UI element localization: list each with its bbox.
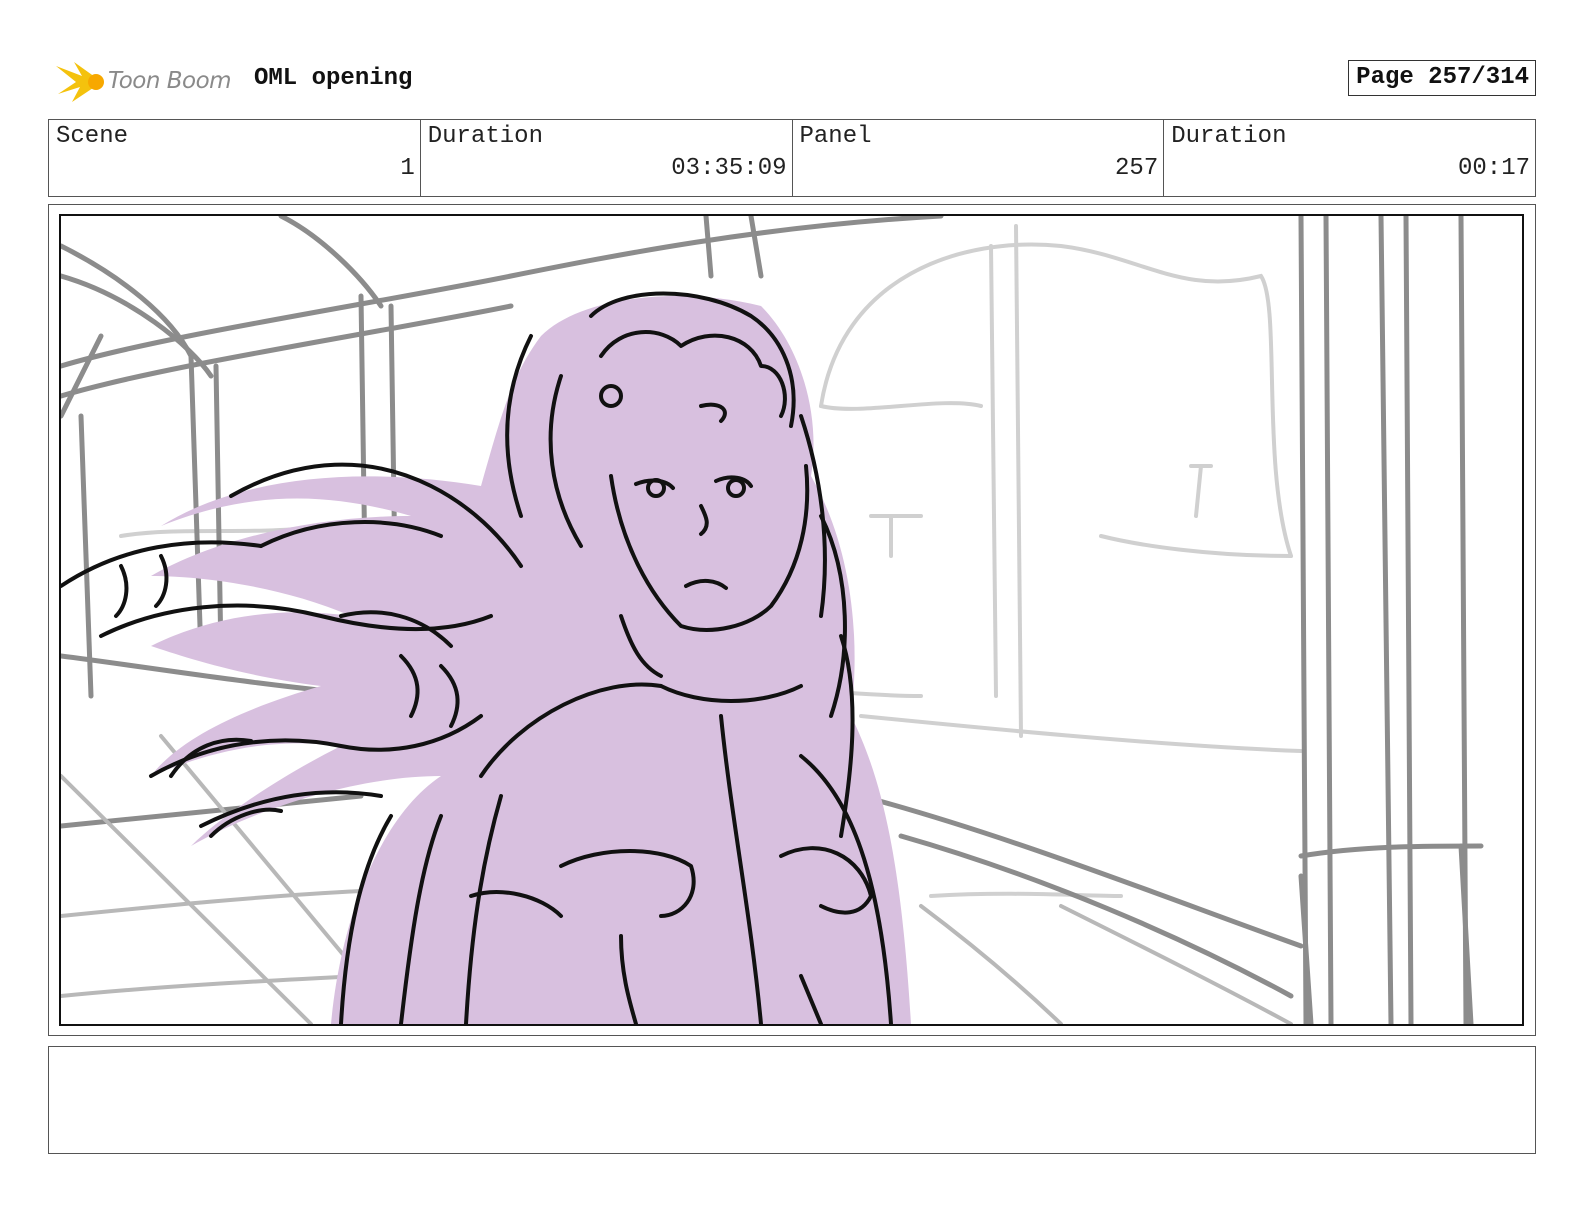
scene-duration-value: 03:35:09: [671, 155, 787, 182]
project-title: OML opening: [254, 65, 413, 92]
toon-boom-logo: Toon Boom: [52, 56, 242, 106]
panel-duration-value: 00:17: [1457, 155, 1530, 182]
panel-frame: [48, 204, 1536, 1036]
scene-duration-cell: Duration 03:35:09: [421, 120, 793, 196]
scene-value: 1: [400, 155, 415, 182]
scene-info-table: Scene 1 Duration 03:35:09 Panel 257 Dura…: [48, 119, 1536, 197]
panel-cell: Panel 257: [793, 120, 1165, 196]
scene-duration-label: Duration: [427, 123, 543, 150]
character-fill: [151, 296, 911, 1024]
panel-duration-cell: Duration 00:17: [1164, 120, 1535, 196]
panel-duration-label: Duration: [1171, 123, 1287, 150]
storyboard-header: Toon Boom OML opening Page 257/314: [48, 52, 1536, 108]
scene-label: Scene: [56, 123, 129, 150]
panel-label: Panel: [799, 123, 872, 150]
starburst-icon: [56, 62, 104, 102]
panel-value: 257: [1115, 155, 1159, 182]
panel-drawing-area: [59, 214, 1524, 1026]
logo-wordmark: Toon Boom: [108, 68, 232, 94]
scene-cell: Scene 1: [49, 120, 421, 196]
page-indicator: Page 257/314: [1348, 60, 1536, 96]
panel-notes-box[interactable]: [48, 1046, 1536, 1154]
panel-sketch: [61, 216, 1484, 1024]
